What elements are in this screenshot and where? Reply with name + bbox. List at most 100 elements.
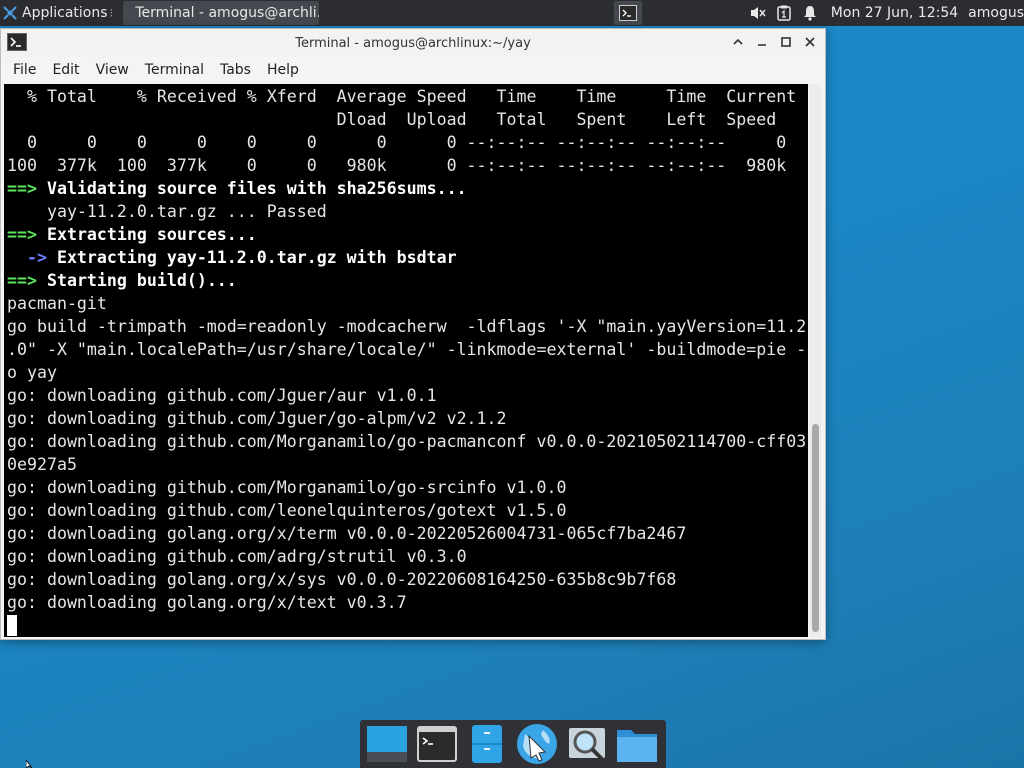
terminal-text-segment: Extracting yay-11.2.0.tar.gz with bsdtar	[56, 248, 457, 267]
drawer-icon	[472, 725, 502, 763]
mouse-pointer-icon	[26, 760, 33, 768]
system-tray: Mon 27 Jun, 12:54 amogus	[745, 0, 1024, 26]
terminal-line: 100 377k 100 377k 0 0 980k 0 --:--:-- --…	[7, 154, 808, 177]
terminal-text-segment: ==>	[7, 225, 47, 244]
terminal-line: go: downloading golang.org/x/text v0.3.7	[7, 591, 808, 614]
applications-menu-button[interactable]: Applications ⁝	[0, 0, 119, 26]
dock-terminal[interactable]	[414, 722, 460, 766]
terminal-text-segment: Starting build()...	[46, 271, 237, 290]
terminal-text-segment: o yay	[7, 363, 57, 382]
globe-icon	[517, 724, 557, 764]
menu-bar: File Edit View Terminal Tabs Help	[1, 57, 825, 83]
workspace-switcher[interactable]	[614, 1, 642, 25]
terminal-text-segment: go: downloading github.com/adrg/strutil …	[7, 547, 467, 566]
terminal-line: go: downloading golang.org/x/sys v0.0.0-…	[7, 568, 808, 591]
dock-home-folder[interactable]	[614, 722, 660, 766]
terminal-line: go: downloading github.com/adrg/strutil …	[7, 545, 808, 568]
terminal-line: go: downloading golang.org/x/term v0.0.0…	[7, 522, 808, 545]
dock-show-desktop[interactable]	[364, 722, 410, 766]
top-panel: Applications ⁝ Terminal - amogus@archli.…	[0, 0, 1024, 26]
terminal-line: ==> Validating source files with sha256s…	[7, 177, 808, 200]
terminal-line: go: downloading github.com/Morganamilo/g…	[7, 476, 808, 499]
terminal-text-segment: go: downloading golang.org/x/term v0.0.0…	[7, 524, 687, 543]
terminal-line: go: downloading github.com/Jguer/go-alpm…	[7, 407, 808, 430]
terminal-icon	[7, 33, 27, 51]
minimize-button[interactable]	[753, 33, 771, 51]
panel-separator: ⁝	[109, 6, 114, 20]
menu-terminal[interactable]: Terminal	[137, 62, 212, 78]
terminal-text-segment: go: downloading github.com/Morganamilo/g…	[7, 432, 807, 451]
volume-muted-icon[interactable]	[745, 5, 771, 21]
terminal-line: 0e927a5	[7, 453, 808, 476]
terminal-text-segment: ==>	[7, 179, 47, 198]
taskbar-terminal-button[interactable]: Terminal - amogus@archli...	[123, 1, 320, 25]
menu-file[interactable]: File	[5, 62, 44, 78]
terminal-text-segment: 0 0 0 0 0 0 0 0 --:--:-- --:--:-- --:--:…	[7, 133, 787, 152]
menu-edit[interactable]: Edit	[44, 62, 87, 78]
terminal-scrollbar[interactable]	[809, 84, 821, 637]
applications-label: Applications	[22, 5, 108, 21]
clock[interactable]: Mon 27 Jun, 12:54	[831, 5, 958, 21]
terminal-text-segment: Extracting sources...	[46, 225, 257, 244]
clipboard-icon[interactable]	[771, 5, 797, 21]
terminal-line: ==> Starting build()...	[7, 269, 808, 292]
menu-help[interactable]: Help	[259, 62, 307, 78]
terminal-line: -> Extracting yay-11.2.0.tar.gz with bsd…	[7, 246, 808, 269]
user-menu[interactable]: amogus	[968, 5, 1024, 21]
terminal-text: % Total % Received % Xferd Average Speed…	[4, 84, 808, 637]
terminal-output[interactable]: % Total % Received % Xferd Average Speed…	[4, 84, 808, 637]
terminal-icon	[619, 5, 637, 21]
terminal-text-segment: go: downloading golang.org/x/text v0.3.7	[7, 593, 407, 612]
terminal-text-segment: go: downloading github.com/Jguer/go-alpm…	[7, 409, 507, 428]
search-icon	[569, 728, 605, 761]
terminal-cursor-line	[7, 614, 808, 637]
dock	[360, 720, 666, 768]
terminal-text-segment: ->	[7, 248, 57, 267]
terminal-text-segment: yay-11.2.0.tar.gz ... Passed	[7, 202, 327, 221]
terminal-text-segment: pacman-git	[7, 294, 107, 313]
terminal-line: 0 0 0 0 0 0 0 0 --:--:-- --:--:-- --:--:…	[7, 131, 808, 154]
terminal-text-segment: go: downloading github.com/Morganamilo/g…	[7, 478, 567, 497]
terminal-text-segment: go: downloading github.com/leonelquinter…	[7, 501, 567, 520]
terminal-text-segment: .0" -X "main.localePath=/usr/share/local…	[7, 340, 807, 359]
terminal-line: o yay	[7, 361, 808, 384]
terminal-line: .0" -X "main.localePath=/usr/share/local…	[7, 338, 808, 361]
terminal-line: Dload Upload Total Spent Left Speed	[7, 108, 808, 131]
menu-view[interactable]: View	[88, 62, 137, 78]
terminal-line: % Total % Received % Xferd Average Speed…	[7, 85, 808, 108]
taskbar-terminal-label: Terminal - amogus@archli...	[135, 5, 320, 21]
terminal-text-segment: go: downloading golang.org/x/sys v0.0.0-…	[7, 570, 677, 589]
terminal-line: go build -trimpath -mod=readonly -modcac…	[7, 315, 808, 338]
notification-bell-icon[interactable]	[797, 5, 823, 21]
terminal-line: go: downloading github.com/leonelquinter…	[7, 499, 808, 522]
scrollbar-thumb[interactable]	[812, 424, 819, 632]
terminal-line: pacman-git	[7, 292, 808, 315]
terminal-window: Terminal - amogus@archlinux:~/yay File E…	[0, 28, 826, 640]
menu-tabs[interactable]: Tabs	[212, 62, 259, 78]
terminal-line: ==> Extracting sources...	[7, 223, 808, 246]
terminal-text-segment: 0e927a5	[7, 455, 77, 474]
close-button[interactable]	[801, 33, 819, 51]
terminal-text-segment: Dload Upload Total Spent Left Speed	[7, 110, 777, 129]
window-controls	[729, 33, 819, 51]
dock-file-drawer[interactable]	[464, 722, 510, 766]
terminal-cursor	[7, 615, 17, 636]
window-title: Terminal - amogus@archlinux:~/yay	[295, 35, 531, 51]
terminal-line: go: downloading github.com/Morganamilo/g…	[7, 430, 808, 453]
folder-icon	[617, 730, 657, 762]
terminal-text-segment: % Total % Received % Xferd Average Speed…	[7, 87, 797, 106]
show-desktop-icon	[367, 726, 407, 762]
window-titlebar[interactable]: Terminal - amogus@archlinux:~/yay	[1, 29, 825, 57]
terminal-text-segment: ==>	[7, 271, 47, 290]
maximize-button[interactable]	[777, 33, 795, 51]
terminal-text-segment: 100 377k 100 377k 0 0 980k 0 --:--:-- --…	[7, 156, 787, 175]
terminal-line: yay-11.2.0.tar.gz ... Passed	[7, 200, 808, 223]
dock-web-browser[interactable]	[514, 722, 560, 766]
terminal-text-segment: go build -trimpath -mod=readonly -modcac…	[7, 317, 807, 336]
terminal-line: go: downloading github.com/Jguer/aur v1.…	[7, 384, 808, 407]
xfce-apps-icon	[3, 6, 17, 20]
terminal-text-segment: Validating source files with sha256sums.…	[46, 179, 467, 198]
terminal-icon	[417, 726, 457, 762]
dock-search[interactable]	[564, 722, 610, 766]
chevron-up-icon[interactable]	[729, 33, 747, 51]
